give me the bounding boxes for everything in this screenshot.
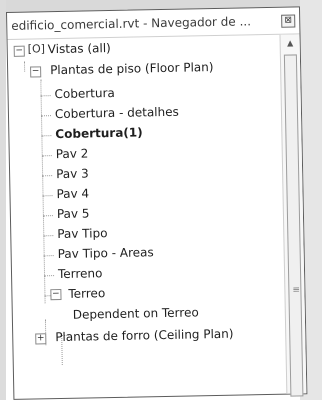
tree-item-floor-plan[interactable]: Pav 2 [56,143,89,164]
tree-node-views-all[interactable]: Vistas (all) [48,38,111,59]
scroll-up-icon[interactable]: ▲ [281,38,300,47]
expand-collapse-toggle-ceiling-plans[interactable]: + [35,333,47,345]
views-icon: [O] [27,42,46,56]
tree-node-terreo[interactable]: Terreo [68,283,105,304]
tree-item-floor-plan[interactable]: Cobertura - detalhes [55,102,179,124]
project-browser-panel: edificio_comercial.rvt - Navegador de ..… [6,6,308,400]
tree-item-floor-plan-selected[interactable]: Cobertura(1) [55,122,143,144]
scrollbar-thumb[interactable]: ≡ [283,54,304,397]
tree-item-floor-plan[interactable]: Pav Tipo - Areas [57,242,154,264]
scroll-grip-icon: ≡ [292,285,301,296]
tree-item-floor-plan[interactable]: Terreno [58,263,103,284]
close-icon[interactable]: ⊠ [281,13,296,28]
project-tree: − [O] Vistas (all) − Plantas de piso (Fl… [8,35,287,399]
tree-node-floor-plans[interactable]: Plantas de piso (Floor Plan) [50,57,214,80]
tree-item-floor-plan[interactable]: Cobertura [54,83,115,104]
tree-item-floor-plan[interactable]: Pav 4 [56,183,89,204]
tree-item-dependent-view[interactable]: Dependent on Terreo [73,302,199,324]
expand-collapse-toggle-terreo[interactable]: − [50,288,62,301]
tree-item-floor-plan[interactable]: Pav Tipo [57,223,108,244]
expand-collapse-toggle-floor-plans[interactable]: − [30,66,42,78]
tree-node-ceiling-plans[interactable]: Plantas de forro (Ceiling Plan) [55,324,234,347]
tree-item-floor-plan[interactable]: Pav 5 [57,203,90,224]
tree-item-floor-plan[interactable]: Pav 3 [56,163,89,184]
window-title: edificio_comercial.rvt - Navegador de ..… [11,14,252,33]
expand-collapse-toggle-views[interactable]: − [13,45,25,57]
